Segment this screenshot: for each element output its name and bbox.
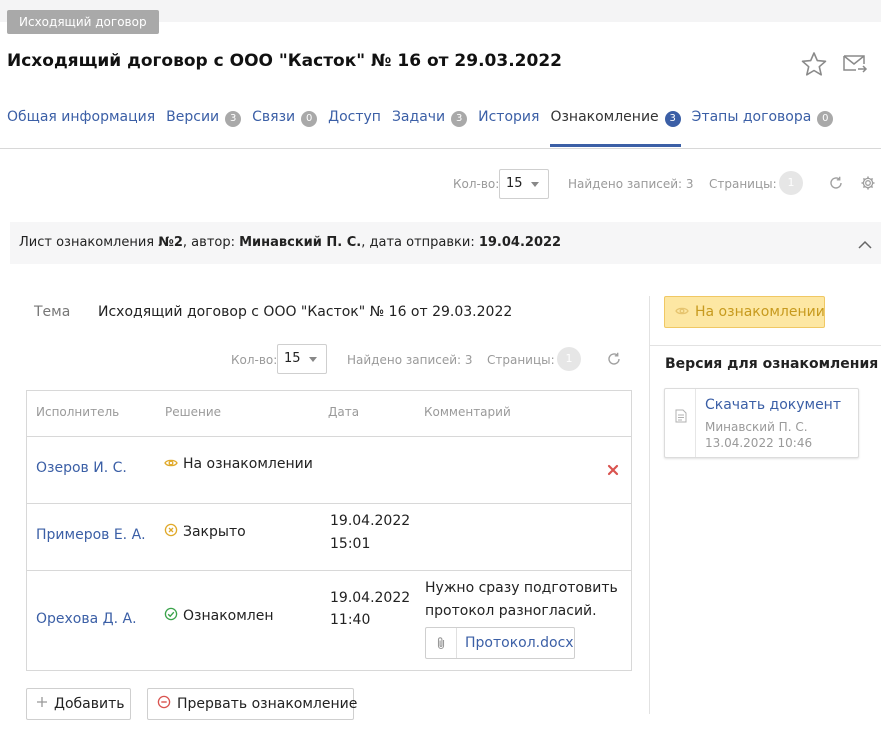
page-number[interactable]: 1	[557, 347, 581, 371]
topic-label: Тема	[34, 304, 71, 320]
column-header-decision: Решение	[165, 405, 222, 419]
document-date: 13.04.2022 10:46	[705, 436, 813, 450]
decision-status: Закрыто	[164, 523, 246, 541]
tab-general[interactable]: Общая информация	[7, 100, 155, 148]
document-card[interactable]: Скачать документ Минавский П. С. 13.04.2…	[664, 388, 859, 458]
status-badge[interactable]: На ознакомлении	[664, 296, 825, 328]
tabs: Общая информация Версии 3 Связи 0 Доступ З…	[7, 100, 844, 148]
gear-icon[interactable]	[860, 175, 876, 195]
tab-tasks[interactable]: Задачи 3	[392, 100, 468, 148]
comment-line: Нужно сразу подготовить	[425, 580, 618, 596]
records-found: Найдено записей: 3	[568, 177, 694, 191]
document-type-tag: Исходящий договор	[7, 10, 159, 34]
row-divider	[27, 503, 631, 504]
decision-status: На ознакомлении	[164, 456, 313, 472]
document-icon	[665, 389, 696, 457]
paperclip-icon	[426, 628, 457, 658]
chevron-up-icon[interactable]	[857, 236, 873, 255]
eye-icon	[164, 456, 183, 472]
cancel-circle-icon	[164, 523, 183, 541]
sheet-title: Лист ознакомления №2, автор: Минавский П…	[19, 235, 562, 250]
tab-badge: 0	[817, 111, 834, 127]
decision-date: 19.04.2022	[330, 513, 411, 529]
decision-time: 11:40	[330, 612, 371, 628]
tab-access[interactable]: Доступ	[328, 100, 381, 148]
chevron-down-icon	[531, 182, 539, 187]
comment-line: протокол разногласий.	[425, 603, 597, 619]
column-divider	[649, 296, 650, 714]
side-divider	[650, 345, 881, 346]
pages-label: Страницы:	[487, 353, 555, 367]
refresh-icon[interactable]	[606, 351, 622, 371]
tab-history[interactable]: История	[478, 100, 539, 148]
download-document-link[interactable]: Скачать документ	[705, 397, 841, 413]
tab-badge: 3	[664, 111, 681, 127]
tab-versions[interactable]: Версии 3	[166, 100, 242, 148]
chevron-down-icon	[309, 357, 317, 362]
decision-date: 19.04.2022	[330, 590, 411, 606]
tab-badge: 3	[225, 111, 242, 127]
star-icon[interactable]	[800, 51, 828, 81]
executor-link[interactable]: Примеров Е. А.	[36, 527, 146, 543]
row-divider	[27, 570, 631, 571]
abort-familiarization-button[interactable]: Прервать ознакомление	[147, 688, 357, 720]
attachment-name[interactable]: Протокол.docx	[457, 628, 574, 658]
tab-familiarization[interactable]: Ознакомление 3	[550, 100, 681, 148]
version-title: Версия для ознакомления	[665, 356, 879, 372]
tab-links[interactable]: Связи 0	[252, 100, 318, 148]
count-label: Кол-во:	[453, 177, 500, 191]
records-found: Найдено записей: 3	[347, 353, 473, 367]
close-icon[interactable]	[607, 461, 619, 480]
decision-time: 15:01	[330, 536, 371, 552]
executor-link[interactable]: Орехова Д. А.	[36, 611, 137, 627]
document-author: Минавский П. С.	[705, 420, 808, 434]
page-number[interactable]: 1	[779, 171, 803, 195]
column-header-comment: Комментарий	[424, 405, 511, 419]
pages-label: Страницы:	[709, 177, 777, 191]
decision-status: Ознакомлен	[164, 607, 274, 625]
column-header-date: Дата	[328, 405, 360, 419]
tab-contract-stages[interactable]: Этапы договора 0	[692, 100, 834, 148]
plus-icon	[36, 696, 54, 712]
eye-icon	[675, 304, 695, 320]
add-button[interactable]: Добавить	[26, 688, 131, 720]
tab-badge: 0	[301, 111, 318, 127]
page-title: Исходящий договор с ООО "Касток" № 16 от…	[7, 51, 562, 71]
tabs-divider	[0, 148, 881, 149]
check-circle-icon	[164, 607, 183, 625]
page-size-select[interactable]: 15	[277, 344, 327, 374]
refresh-icon[interactable]	[828, 175, 844, 195]
row-divider	[27, 436, 631, 437]
attachment-file[interactable]: Протокол.docx	[425, 627, 575, 659]
executor-link[interactable]: Озеров И. С.	[36, 460, 127, 476]
topic-value: Исходящий договор с ООО "Касток" № 16 от…	[98, 304, 513, 320]
page-size-select[interactable]: 15	[499, 169, 549, 199]
tab-badge: 3	[451, 111, 468, 127]
mail-send-icon[interactable]	[842, 53, 868, 79]
count-label: Кол-во:	[231, 353, 278, 367]
column-header-executor: Исполнитель	[36, 405, 120, 419]
minus-circle-icon	[157, 695, 177, 713]
